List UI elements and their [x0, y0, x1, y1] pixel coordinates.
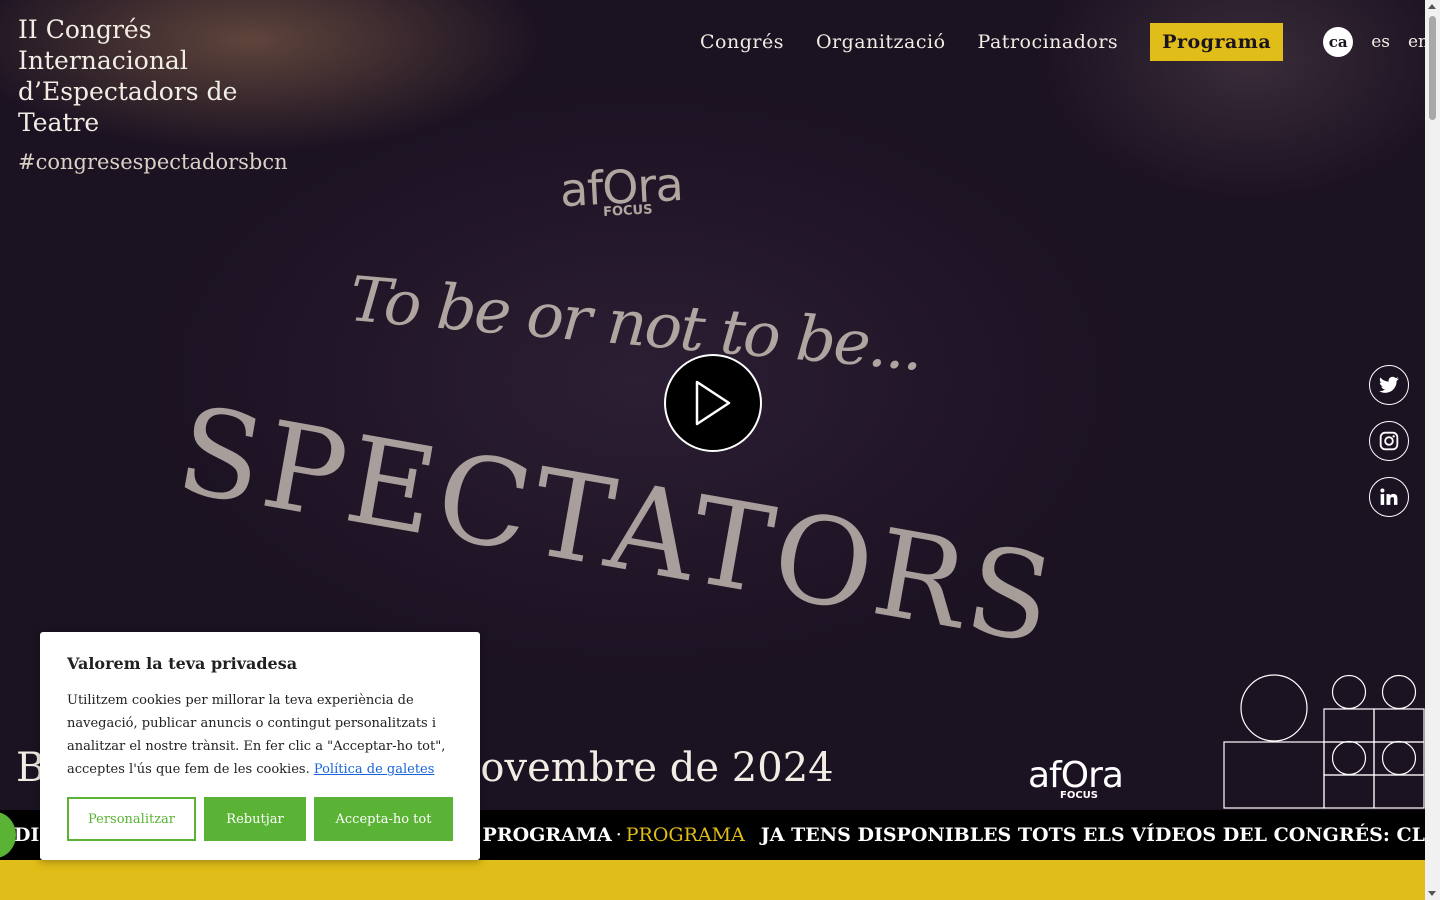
site-hashtag: #congresespectadorsbcn [18, 150, 288, 174]
scrollbar-thumb[interactable] [1429, 16, 1436, 120]
ticker-separator: · [615, 824, 622, 846]
site-brand[interactable]: II Congrés Internacional d’Espectadors d… [18, 14, 318, 174]
scrollbar[interactable] [1425, 0, 1440, 900]
cookie-title: Valorem la teva privadesa [67, 654, 298, 673]
cookie-banner: Valorem la teva privadesa Utilitzem cook… [40, 632, 480, 860]
play-button[interactable] [664, 354, 762, 452]
linkedin-link[interactable] [1369, 477, 1409, 517]
linkedin-icon [1380, 488, 1398, 505]
accept-all-button[interactable]: Accepta-ho tot [314, 797, 453, 841]
lang-en[interactable]: en [1408, 32, 1425, 52]
nav-item-patrocinadors[interactable]: Patrocinadors [978, 31, 1119, 53]
program-button[interactable]: Programa [1150, 23, 1284, 61]
lang-es[interactable]: es [1371, 32, 1390, 52]
afora-logo: afOra FOCUS [1028, 755, 1124, 801]
lang-ca[interactable]: ca [1323, 27, 1354, 57]
shirt-logo-text: afOra FOCUS [558, 156, 684, 220]
shirt-spectators-text: SPECTATORS [167, 381, 1066, 672]
yellow-section [0, 860, 1425, 900]
play-icon [695, 380, 731, 426]
cookie-buttons: Personalitzar Rebutjar Accepta-ho tot [67, 797, 453, 841]
site-title[interactable]: II Congrés Internacional d’Espectadors d… [18, 14, 318, 138]
cookie-text: Utilitzem cookies per millorar la teva e… [67, 693, 446, 777]
cookie-settings-icon[interactable] [0, 812, 16, 858]
ticker-program-link[interactable]: PROGRAMA [626, 824, 745, 846]
nav-item-organitzacio[interactable]: Organització [816, 31, 946, 53]
scroll-up-arrow-icon[interactable] [1428, 4, 1436, 9]
scroll-down-arrow-icon[interactable] [1428, 891, 1436, 896]
nav-item-congres[interactable]: Congrés [700, 31, 784, 53]
instagram-icon [1379, 431, 1399, 451]
cookie-policy-link[interactable]: Política de galetes [314, 762, 435, 777]
twitter-link[interactable] [1369, 365, 1409, 405]
ticker-text-repeat: JA TENS DISPONIBLES TOTS ELS VÍDEOS DEL … [760, 824, 1425, 846]
shirt-slogan: To be or not to be... [346, 262, 925, 385]
main-nav: Congrés Organització Patrocinadors Progr… [700, 23, 1425, 61]
twitter-icon [1379, 376, 1399, 393]
language-switcher: ca es en [1323, 27, 1425, 57]
reject-button[interactable]: Rebutjar [204, 797, 306, 841]
customize-button[interactable]: Personalitzar [67, 797, 196, 841]
decorative-shapes [1223, 674, 1425, 809]
instagram-link[interactable] [1369, 421, 1409, 461]
